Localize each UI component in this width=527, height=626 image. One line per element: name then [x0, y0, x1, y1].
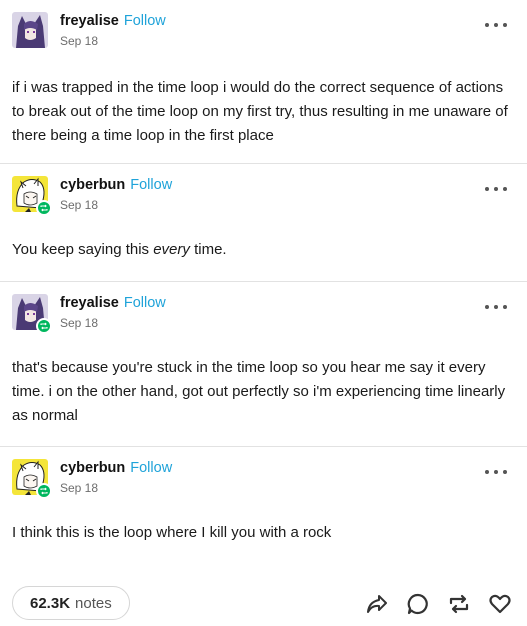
share-icon[interactable]	[364, 591, 390, 617]
post-date: Sep 18	[60, 480, 99, 495]
post-text: that's because you're stuck in the time …	[12, 359, 506, 424]
post-text-start: You keep saying this	[12, 241, 154, 258]
more-options-icon[interactable]	[485, 302, 507, 312]
post-footer: 62.3K notes	[0, 580, 527, 626]
reblog-badge-icon	[36, 318, 52, 334]
follow-button[interactable]: Follow	[130, 461, 172, 476]
more-options-icon[interactable]	[485, 467, 507, 477]
follow-button[interactable]: Follow	[124, 14, 166, 29]
notes-label: notes	[75, 594, 112, 612]
post-header: cyberbun Follow Sep 18	[12, 459, 172, 499]
post-4: cyberbun Follow Sep 18 I think this is t…	[0, 446, 527, 580]
post-meta: cyberbun Follow Sep 18	[60, 176, 172, 211]
username[interactable]: freyalise	[60, 296, 119, 311]
follow-button[interactable]: Follow	[130, 178, 172, 193]
more-options-icon[interactable]	[485, 184, 507, 194]
name-row: freyalise Follow	[60, 296, 166, 311]
notes-count: 62.3K	[30, 594, 71, 612]
post-2: cyberbun Follow Sep 18 You keep saying t…	[0, 163, 527, 281]
avatar-cyberbun[interactable]	[12, 176, 52, 216]
post-meta: freyalise Follow Sep 18	[60, 294, 166, 329]
like-icon[interactable]	[487, 591, 513, 617]
avatar-image	[12, 12, 48, 48]
avatar-cyberbun[interactable]	[12, 459, 52, 499]
reply-icon[interactable]	[405, 591, 431, 617]
post-meta: cyberbun Follow Sep 18	[60, 459, 172, 494]
post-text-emphasis: every	[153, 241, 190, 258]
post-meta: freyalise Follow Sep 18	[60, 12, 166, 47]
post-text: I think this is the loop where I kill yo…	[12, 524, 332, 541]
username[interactable]: freyalise	[60, 14, 119, 29]
post-actions	[349, 591, 513, 617]
post-text: You keep saying this every time.	[12, 238, 515, 262]
post-date: Sep 18	[60, 33, 99, 48]
post-3: freyalise Follow Sep 18 that's because y…	[0, 281, 527, 446]
username[interactable]: cyberbun	[60, 461, 125, 476]
name-row: cyberbun Follow	[60, 178, 172, 193]
post-text: if i was trapped in the time loop i woul…	[12, 79, 508, 144]
more-options-icon[interactable]	[485, 20, 507, 30]
post-header: freyalise Follow Sep 18	[12, 294, 166, 334]
post-header: cyberbun Follow Sep 18	[12, 176, 172, 216]
post-1: freyalise Follow Sep 18 if i was trapped…	[0, 0, 527, 163]
reblog-badge-icon	[36, 200, 52, 216]
post-date: Sep 18	[60, 315, 99, 330]
reblog-icon[interactable]	[446, 591, 472, 617]
post-header: freyalise Follow Sep 18	[12, 12, 166, 52]
name-row: freyalise Follow	[60, 14, 166, 29]
notes-button[interactable]: 62.3K notes	[12, 586, 130, 620]
avatar-freyalise[interactable]	[12, 12, 48, 48]
avatar-freyalise[interactable]	[12, 294, 52, 334]
name-row: cyberbun Follow	[60, 461, 172, 476]
follow-button[interactable]: Follow	[124, 296, 166, 311]
post-text-end: time.	[189, 241, 227, 258]
reblog-badge-icon	[36, 483, 52, 499]
username[interactable]: cyberbun	[60, 178, 125, 193]
post-date: Sep 18	[60, 197, 99, 212]
